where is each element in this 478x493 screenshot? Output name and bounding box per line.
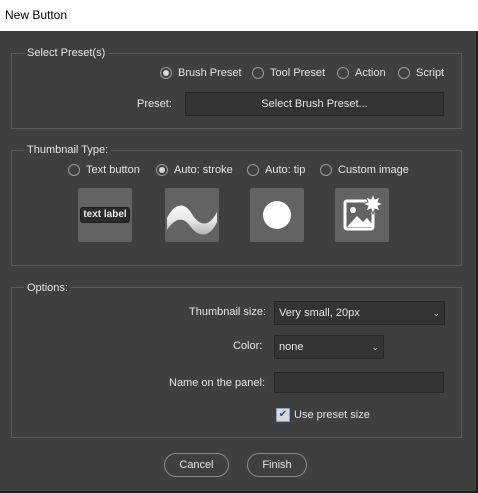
auto-tip-thumbnail[interactable] (250, 188, 304, 242)
radio-script[interactable] (398, 67, 410, 79)
color-select[interactable]: none ⌄ (274, 335, 384, 359)
thumbnail-size-label: Thumbnail size: (189, 306, 267, 318)
custom-image-thumbnail[interactable] (335, 188, 389, 242)
new-button-dialog: New Button Select Preset(s) Brush Preset… (0, 0, 478, 493)
options-legend: Options: (24, 282, 71, 294)
name-on-panel-input[interactable] (274, 372, 444, 393)
thumbnail-type-legend: Thumbnail Type: (24, 144, 112, 156)
radio-script-label[interactable]: Script (416, 67, 444, 79)
select-preset-legend: Select Preset(s) (24, 47, 109, 59)
brush-tip-icon (263, 201, 291, 229)
thumbnail-size-select[interactable]: Very small, 20px ⌄ (274, 301, 445, 325)
radio-action-label[interactable]: Action (355, 67, 386, 79)
select-brush-preset-button[interactable]: Select Brush Preset... (185, 92, 444, 116)
brush-stroke-icon (167, 205, 217, 235)
radio-custom-image-label[interactable]: Custom image (338, 164, 409, 176)
finish-button[interactable]: Finish (247, 453, 307, 477)
use-preset-size-label[interactable]: Use preset size (294, 409, 370, 421)
name-on-panel-label: Name on the panel: (169, 377, 266, 389)
radio-auto-tip-label[interactable]: Auto: tip (265, 164, 305, 176)
text-label-chip: text label (80, 207, 130, 223)
radio-action[interactable] (337, 67, 349, 79)
color-value: none (279, 341, 304, 353)
radio-text-button[interactable] (68, 164, 80, 176)
thumbnail-size-value: Very small, 20px (279, 307, 360, 319)
image-star-icon (343, 192, 385, 231)
radio-auto-tip[interactable] (247, 164, 259, 176)
color-label: Color: (233, 340, 263, 352)
chevron-down-icon: ⌄ (432, 308, 440, 318)
radio-auto-stroke[interactable] (156, 164, 168, 176)
cancel-button[interactable]: Cancel (164, 453, 229, 477)
radio-tool-preset-label[interactable]: Tool Preset (270, 67, 325, 79)
radio-auto-stroke-label[interactable]: Auto: stroke (174, 164, 233, 176)
use-preset-size-checkbox[interactable]: ✔ (276, 408, 290, 422)
title-bar: New Button (0, 0, 478, 31)
radio-brush-preset[interactable] (160, 67, 172, 79)
preset-label: Preset: (137, 98, 172, 110)
select-preset-group (11, 53, 462, 129)
text-button-thumbnail[interactable]: text label (78, 188, 132, 242)
chevron-down-icon: ⌄ (371, 342, 379, 352)
radio-text-button-label[interactable]: Text button (86, 164, 140, 176)
window-title: New Button (5, 8, 68, 22)
radio-tool-preset[interactable] (252, 67, 264, 79)
radio-custom-image[interactable] (320, 164, 332, 176)
radio-brush-preset-label[interactable]: Brush Preset (178, 67, 242, 79)
dialog-body: Select Preset(s) Brush Preset Tool Prese… (0, 31, 478, 493)
auto-stroke-thumbnail[interactable] (165, 188, 219, 242)
